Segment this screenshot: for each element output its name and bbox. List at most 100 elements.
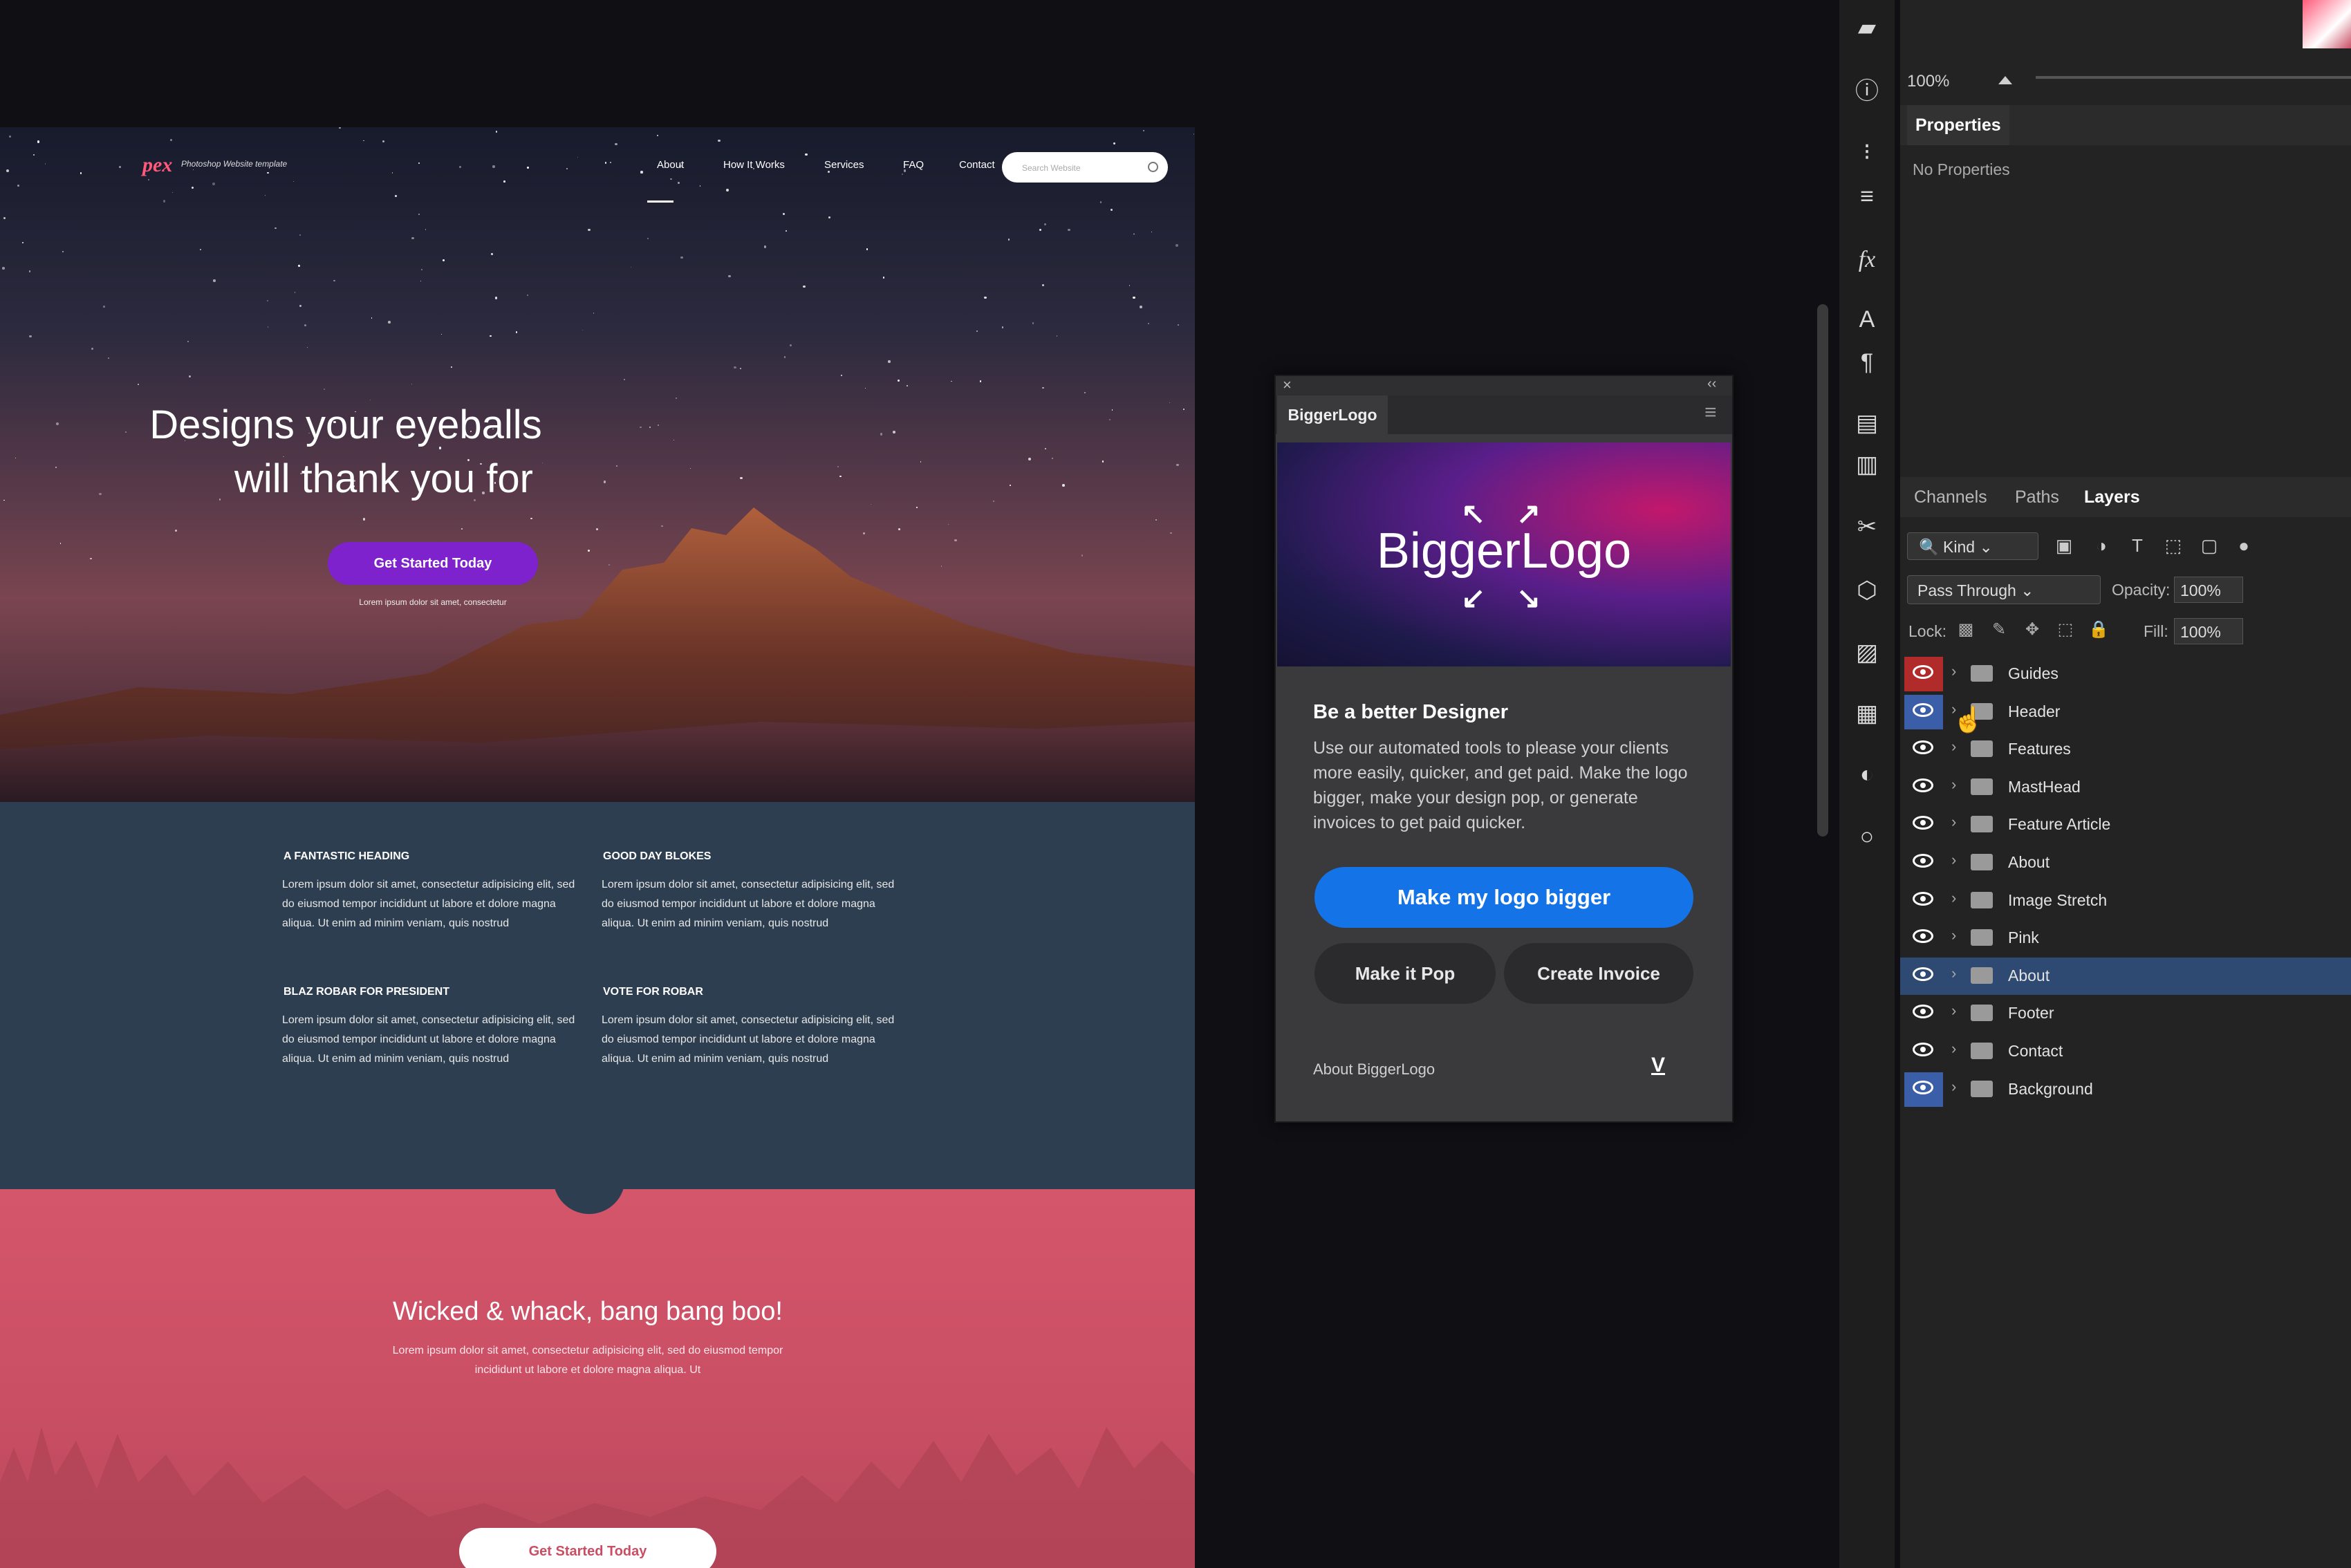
layer-row[interactable] <box>1900 769 2351 806</box>
layer-row[interactable] <box>1900 995 2351 1032</box>
filter-image-icon[interactable]: ▣ <box>2054 535 2074 556</box>
chevron-right-icon[interactable]: › <box>1951 1040 1956 1058</box>
lock-image-icon[interactable]: ✎ <box>1989 619 2009 640</box>
color-icon[interactable]: ◐ <box>1853 760 1881 788</box>
layer-visibility-toggle[interactable] <box>1904 1072 1943 1107</box>
filter-shape-icon[interactable]: ⬚ <box>2163 535 2184 556</box>
hero-get-started-button[interactable]: Get Started Today <box>328 542 538 585</box>
star <box>212 182 215 185</box>
layer-visibility-toggle[interactable] <box>1904 1034 1943 1069</box>
adjustments-icon[interactable]: ≡ <box>1853 183 1881 210</box>
info-icon[interactable]: ⓘ <box>1853 77 1881 105</box>
star <box>1041 284 1045 287</box>
fill-input[interactable]: 100% <box>2174 618 2243 644</box>
eye-icon <box>1913 1081 1933 1094</box>
shape-icon[interactable]: ○ <box>1853 823 1881 850</box>
nav-services[interactable]: Services <box>824 159 864 171</box>
layer-row[interactable] <box>1900 882 2351 920</box>
layer-visibility-toggle[interactable] <box>1904 884 1943 918</box>
tab-layers[interactable]: Layers <box>2084 477 2140 517</box>
layer-visibility-toggle[interactable] <box>1904 732 1943 767</box>
tools-icon[interactable]: ✂ <box>1853 513 1881 541</box>
layer-filter-kind[interactable]: 🔍 Kind ⌄ <box>1907 532 2038 560</box>
tab-channels[interactable]: Channels <box>1914 477 1987 517</box>
star <box>37 140 40 143</box>
comment-icon[interactable]: ▰ <box>1853 14 1881 41</box>
zoom-out-icon[interactable] <box>1998 76 2012 84</box>
create-invoice-button[interactable]: Create Invoice <box>1504 943 1693 1004</box>
chevron-right-icon[interactable]: › <box>1951 889 1956 907</box>
filter-adjustment-icon[interactable]: ◑ <box>2091 535 2112 556</box>
pink-get-started-button[interactable]: Get Started Today <box>459 1528 716 1568</box>
chevron-right-icon[interactable]: › <box>1951 738 1956 756</box>
chevron-right-icon[interactable]: › <box>1951 851 1956 869</box>
layer-visibility-toggle[interactable] <box>1904 846 1943 880</box>
features-section: A FANTASTIC HEADING Lorem ipsum dolor si… <box>0 802 1195 1189</box>
about-biggerlogo-link[interactable]: About BiggerLogo <box>1313 1061 1435 1079</box>
blend-mode-value: Pass Through <box>1917 581 2016 599</box>
nav-contact[interactable]: Contact <box>959 159 995 171</box>
notes-icon[interactable]: ▥ <box>1853 451 1881 478</box>
fx-icon[interactable]: fx <box>1853 246 1881 274</box>
collapse-icon[interactable]: ‹‹ <box>1707 376 1716 392</box>
navigator-thumbnail[interactable] <box>2303 0 2351 48</box>
layer-visibility-toggle[interactable] <box>1904 808 1943 842</box>
star <box>906 384 909 387</box>
layer-row[interactable] <box>1900 1033 2351 1070</box>
tab-paths[interactable]: Paths <box>2015 477 2059 517</box>
3d-icon[interactable]: ⬡ <box>1853 577 1881 604</box>
filter-toggle-icon[interactable]: ● <box>2233 535 2254 556</box>
brush-settings-icon[interactable]: ⁝ <box>1853 138 1881 166</box>
folder-icon <box>1971 1005 1993 1021</box>
nav-how-it-works[interactable]: How It Works <box>723 159 785 171</box>
tab-biggerlogo[interactable]: BiggerLogo <box>1277 395 1388 434</box>
chevron-right-icon[interactable]: › <box>1951 813 1956 831</box>
filter-type-icon[interactable]: T <box>2127 535 2148 556</box>
panel-menu-icon[interactable]: ≡ <box>1704 401 1717 424</box>
character-icon[interactable]: A <box>1853 306 1881 333</box>
filter-smartobject-icon[interactable]: ▢ <box>2199 535 2220 556</box>
tab-properties[interactable]: Properties <box>1907 105 2009 145</box>
lock-all-icon[interactable]: 🔒 <box>2088 619 2109 640</box>
opacity-input[interactable]: 100% <box>2174 577 2243 603</box>
make-logo-bigger-button[interactable]: Make my logo bigger <box>1314 867 1693 928</box>
grid-icon[interactable]: ▦ <box>1853 700 1881 727</box>
star <box>200 249 201 250</box>
layer-row[interactable] <box>1900 655 2351 693</box>
close-icon[interactable]: × <box>1283 376 1292 394</box>
layer-row[interactable] <box>1900 844 2351 881</box>
make-it-pop-button[interactable]: Make it Pop <box>1314 943 1496 1004</box>
star <box>294 292 296 293</box>
lock-artboard-icon[interactable]: ⬚ <box>2055 619 2076 640</box>
chevron-right-icon[interactable]: › <box>1951 1002 1956 1020</box>
nav-about[interactable]: About <box>657 159 684 171</box>
layer-visibility-toggle[interactable] <box>1904 996 1943 1031</box>
images-icon[interactable]: ▨ <box>1853 639 1881 666</box>
paragraph-icon[interactable]: ¶ <box>1853 348 1881 376</box>
lock-transparent-icon[interactable]: ▩ <box>1955 619 1976 640</box>
chevron-right-icon[interactable]: › <box>1951 776 1956 794</box>
star <box>171 192 173 194</box>
canvas-scrollbar[interactable] <box>1817 304 1828 837</box>
layer-row[interactable] <box>1900 958 2351 995</box>
lock-position-icon[interactable]: ✥ <box>2022 619 2043 640</box>
layer-row[interactable] <box>1900 1071 2351 1108</box>
libraries-icon[interactable]: ▤ <box>1853 409 1881 437</box>
chevron-right-icon[interactable]: › <box>1951 964 1956 982</box>
chevron-right-icon[interactable]: › <box>1951 926 1956 944</box>
layer-row[interactable] <box>1900 731 2351 768</box>
layer-visibility-toggle[interactable] <box>1904 959 1943 993</box>
zoom-slider[interactable] <box>2036 76 2351 79</box>
layer-visibility-toggle[interactable] <box>1904 921 1943 955</box>
layer-row[interactable] <box>1900 920 2351 957</box>
nav-faq[interactable]: FAQ <box>903 159 924 171</box>
layer-visibility-toggle[interactable] <box>1904 695 1943 729</box>
star <box>1193 133 1195 135</box>
site-logo[interactable]: pex <box>142 153 172 177</box>
layer-row[interactable] <box>1900 806 2351 843</box>
chevron-right-icon[interactable]: › <box>1951 662 1956 680</box>
chevron-right-icon[interactable]: › <box>1951 1078 1956 1096</box>
layer-visibility-toggle[interactable] <box>1904 657 1943 691</box>
blend-mode-select[interactable]: Pass Through ⌄ <box>1907 575 2101 604</box>
layer-visibility-toggle[interactable] <box>1904 770 1943 805</box>
